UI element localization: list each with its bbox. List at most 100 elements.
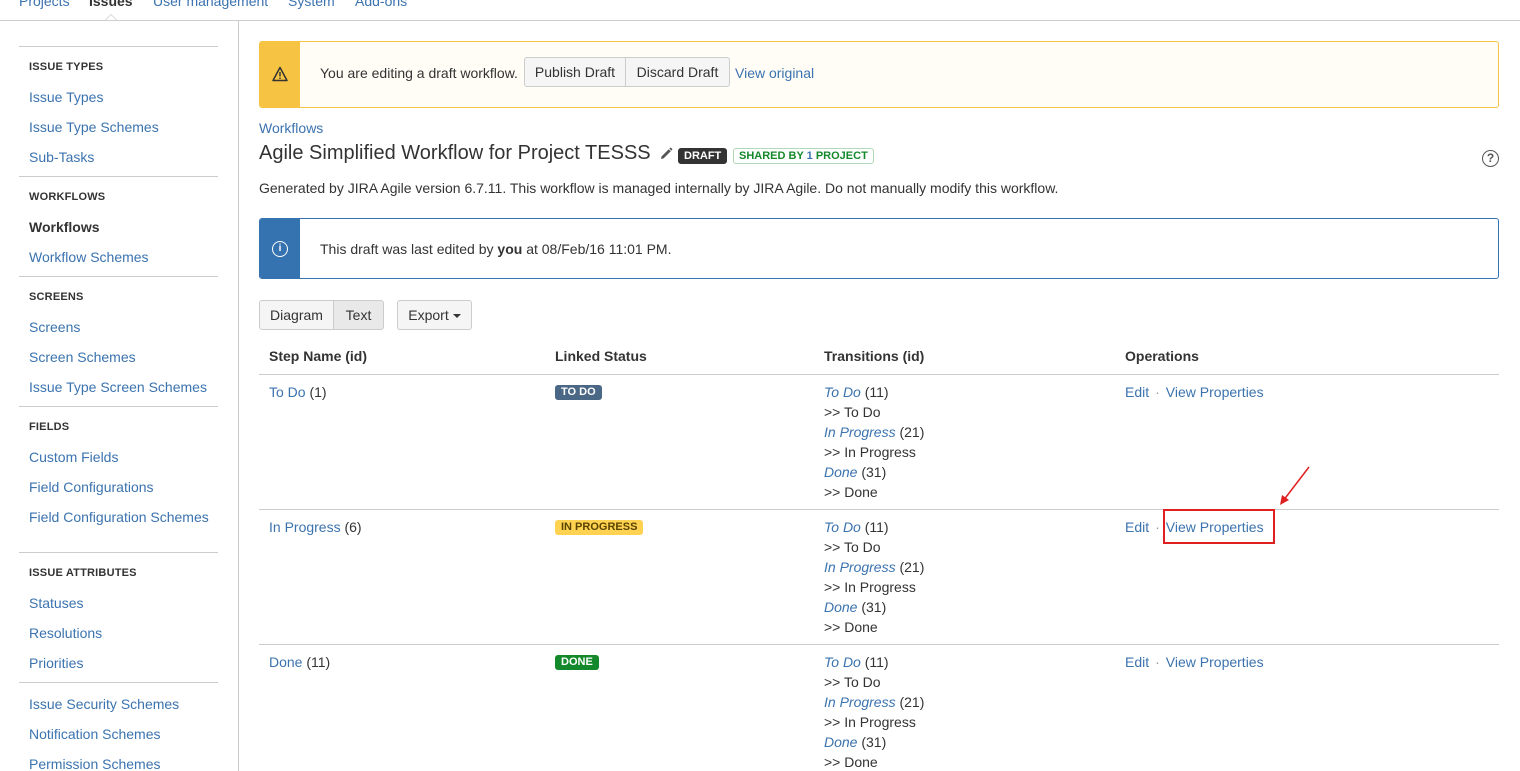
shared-by-badge[interactable]: SHARED BY 1 PROJECT bbox=[733, 148, 874, 164]
transition-target: >> In Progress bbox=[824, 579, 916, 595]
sidebar-section-fields: FIELDS Custom Fields Field Configuration… bbox=[19, 406, 218, 552]
transition-link[interactable]: To Do bbox=[824, 519, 861, 535]
admin-sidebar: ISSUE TYPES Issue Types Issue Type Schem… bbox=[0, 21, 239, 771]
sidebar-item-custom-fields[interactable]: Custom Fields bbox=[29, 449, 209, 465]
sidebar-item-notification-schemes[interactable]: Notification Schemes bbox=[29, 726, 209, 742]
nav-projects[interactable]: Projects bbox=[19, 0, 70, 9]
edit-pencil-icon[interactable] bbox=[659, 147, 673, 161]
sidebar-section-title: WORKFLOWS bbox=[29, 191, 106, 203]
info-icon: i bbox=[272, 241, 288, 257]
sidebar-item-resolutions[interactable]: Resolutions bbox=[29, 625, 209, 641]
transition-link[interactable]: To Do bbox=[824, 654, 861, 670]
transition-target: >> To Do bbox=[824, 404, 881, 420]
sidebar-section-title: ISSUE TYPES bbox=[29, 61, 104, 73]
transition-link[interactable]: Done bbox=[824, 599, 857, 615]
transition-link[interactable]: In Progress bbox=[824, 559, 896, 575]
diagram-view-button[interactable]: Diagram bbox=[259, 300, 334, 330]
sidebar-item-screen-schemes[interactable]: Screen Schemes bbox=[29, 349, 209, 365]
sidebar-item-issue-type-screen-schemes[interactable]: Issue Type Screen Schemes bbox=[29, 379, 209, 395]
sidebar-section-title: SCREENS bbox=[29, 291, 84, 303]
status-lozenge: IN PROGRESS bbox=[555, 520, 644, 535]
view-properties-link[interactable]: View Properties bbox=[1166, 384, 1264, 400]
transition-target: >> Done bbox=[824, 619, 878, 635]
last-edited-message: This draft was last edited by you at 08/… bbox=[320, 241, 672, 257]
column-header-linked-status: Linked Status bbox=[555, 348, 647, 364]
step-name-link[interactable]: To Do bbox=[269, 384, 306, 400]
transition-link[interactable]: In Progress bbox=[824, 424, 896, 440]
view-original-link[interactable]: View original bbox=[735, 65, 814, 81]
status-lozenge: TO DO bbox=[555, 385, 602, 400]
discard-draft-button[interactable]: Discard Draft bbox=[625, 57, 730, 87]
shared-prefix: SHARED BY bbox=[739, 150, 807, 162]
step-name-link[interactable]: In Progress bbox=[269, 519, 341, 535]
transition-link[interactable]: Done bbox=[824, 734, 857, 750]
sidebar-section-schemes: Issue Security Schemes Notification Sche… bbox=[19, 682, 218, 771]
transitions-list: To Do (11) >> To Do In Progress (21) >> … bbox=[824, 519, 925, 635]
column-header-operations: Operations bbox=[1125, 348, 1199, 364]
publish-draft-button[interactable]: Publish Draft bbox=[524, 57, 626, 87]
top-navigation: Projects Issues User management System A… bbox=[0, 0, 1520, 21]
nav-add-ons[interactable]: Add-ons bbox=[355, 0, 407, 9]
nav-user-management[interactable]: User management bbox=[153, 0, 268, 9]
warning-icon bbox=[272, 66, 288, 82]
sidebar-section-issue-types: ISSUE TYPES Issue Types Issue Type Schem… bbox=[19, 46, 218, 176]
transition-target: >> Done bbox=[824, 754, 878, 770]
column-header-transitions: Transitions (id) bbox=[824, 348, 925, 364]
sidebar-section-title: ISSUE ATTRIBUTES bbox=[29, 567, 137, 579]
transition-target: >> In Progress bbox=[824, 714, 916, 730]
sidebar-item-issue-types[interactable]: Issue Types bbox=[29, 89, 209, 105]
edit-link[interactable]: Edit bbox=[1125, 384, 1149, 400]
sidebar-item-field-configuration-schemes[interactable]: Field Configuration Schemes bbox=[29, 509, 209, 525]
help-icon[interactable]: ? bbox=[1482, 150, 1499, 167]
export-dropdown-button[interactable]: Export bbox=[397, 300, 472, 330]
sidebar-item-permission-schemes[interactable]: Permission Schemes bbox=[29, 756, 209, 771]
sidebar-section-screens: SCREENS Screens Screen Schemes Issue Typ… bbox=[19, 276, 218, 406]
chevron-down-icon bbox=[452, 314, 461, 319]
sidebar-item-issue-security-schemes[interactable]: Issue Security Schemes bbox=[29, 696, 209, 712]
sidebar-item-workflows[interactable]: Workflows bbox=[29, 219, 209, 235]
breadcrumb-workflows[interactable]: Workflows bbox=[259, 120, 323, 136]
workflow-description: Generated by JIRA Agile version 6.7.11. … bbox=[259, 180, 1059, 196]
row-divider bbox=[259, 644, 1499, 645]
nav-issues[interactable]: Issues bbox=[89, 0, 133, 9]
transition-link[interactable]: To Do bbox=[824, 384, 861, 400]
sidebar-section-title: FIELDS bbox=[29, 421, 70, 433]
step-id: (11) bbox=[306, 654, 331, 670]
draft-warning-banner: You are editing a draft workflow. Publis… bbox=[259, 41, 1499, 108]
sidebar-item-field-configurations[interactable]: Field Configurations bbox=[29, 479, 209, 495]
sidebar-item-sub-tasks[interactable]: Sub-Tasks bbox=[29, 149, 209, 165]
info-bar: i bbox=[260, 219, 300, 278]
sidebar-section-issue-attributes: ISSUE ATTRIBUTES Statuses Resolutions Pr… bbox=[19, 552, 218, 682]
sidebar-item-issue-type-schemes[interactable]: Issue Type Schemes bbox=[29, 119, 209, 135]
status-lozenge: DONE bbox=[555, 655, 599, 670]
edit-link[interactable]: Edit bbox=[1125, 519, 1149, 535]
nav-system[interactable]: System bbox=[288, 0, 335, 9]
page-title: Agile Simplified Workflow for Project TE… bbox=[259, 142, 651, 164]
sidebar-item-statuses[interactable]: Statuses bbox=[29, 595, 209, 611]
sidebar-item-screens[interactable]: Screens bbox=[29, 319, 209, 335]
transition-target: >> Done bbox=[824, 484, 878, 500]
transition-link[interactable]: In Progress bbox=[824, 694, 896, 710]
step-id: (1) bbox=[309, 384, 327, 400]
last-edited-info-banner: i This draft was last edited by you at 0… bbox=[259, 218, 1499, 279]
draft-message: You are editing a draft workflow. bbox=[320, 65, 518, 81]
shared-suffix: PROJECT bbox=[812, 150, 868, 162]
highlight-box bbox=[1163, 509, 1275, 544]
transition-target: >> In Progress bbox=[824, 444, 916, 460]
text-view-button[interactable]: Text bbox=[333, 300, 384, 330]
draft-badge: DRAFT bbox=[678, 148, 728, 164]
transitions-list: To Do (11) >> To Do In Progress (21) >> … bbox=[824, 384, 925, 500]
row-divider bbox=[259, 509, 1499, 510]
view-properties-link[interactable]: View Properties bbox=[1166, 654, 1264, 670]
operations: Edit · View Properties bbox=[1125, 654, 1264, 670]
transitions-list: To Do (11) >> To Do In Progress (21) >> … bbox=[824, 654, 925, 770]
step-name-link[interactable]: Done bbox=[269, 654, 302, 670]
sidebar-section-workflows: WORKFLOWS Workflows Workflow Schemes bbox=[19, 176, 218, 276]
sidebar-item-priorities[interactable]: Priorities bbox=[29, 655, 209, 671]
sidebar-item-workflow-schemes[interactable]: Workflow Schemes bbox=[29, 249, 209, 265]
transition-target: >> To Do bbox=[824, 674, 881, 690]
edit-link[interactable]: Edit bbox=[1125, 654, 1149, 670]
active-tab-indicator bbox=[104, 14, 118, 20]
transition-target: >> To Do bbox=[824, 539, 881, 555]
transition-link[interactable]: Done bbox=[824, 464, 857, 480]
